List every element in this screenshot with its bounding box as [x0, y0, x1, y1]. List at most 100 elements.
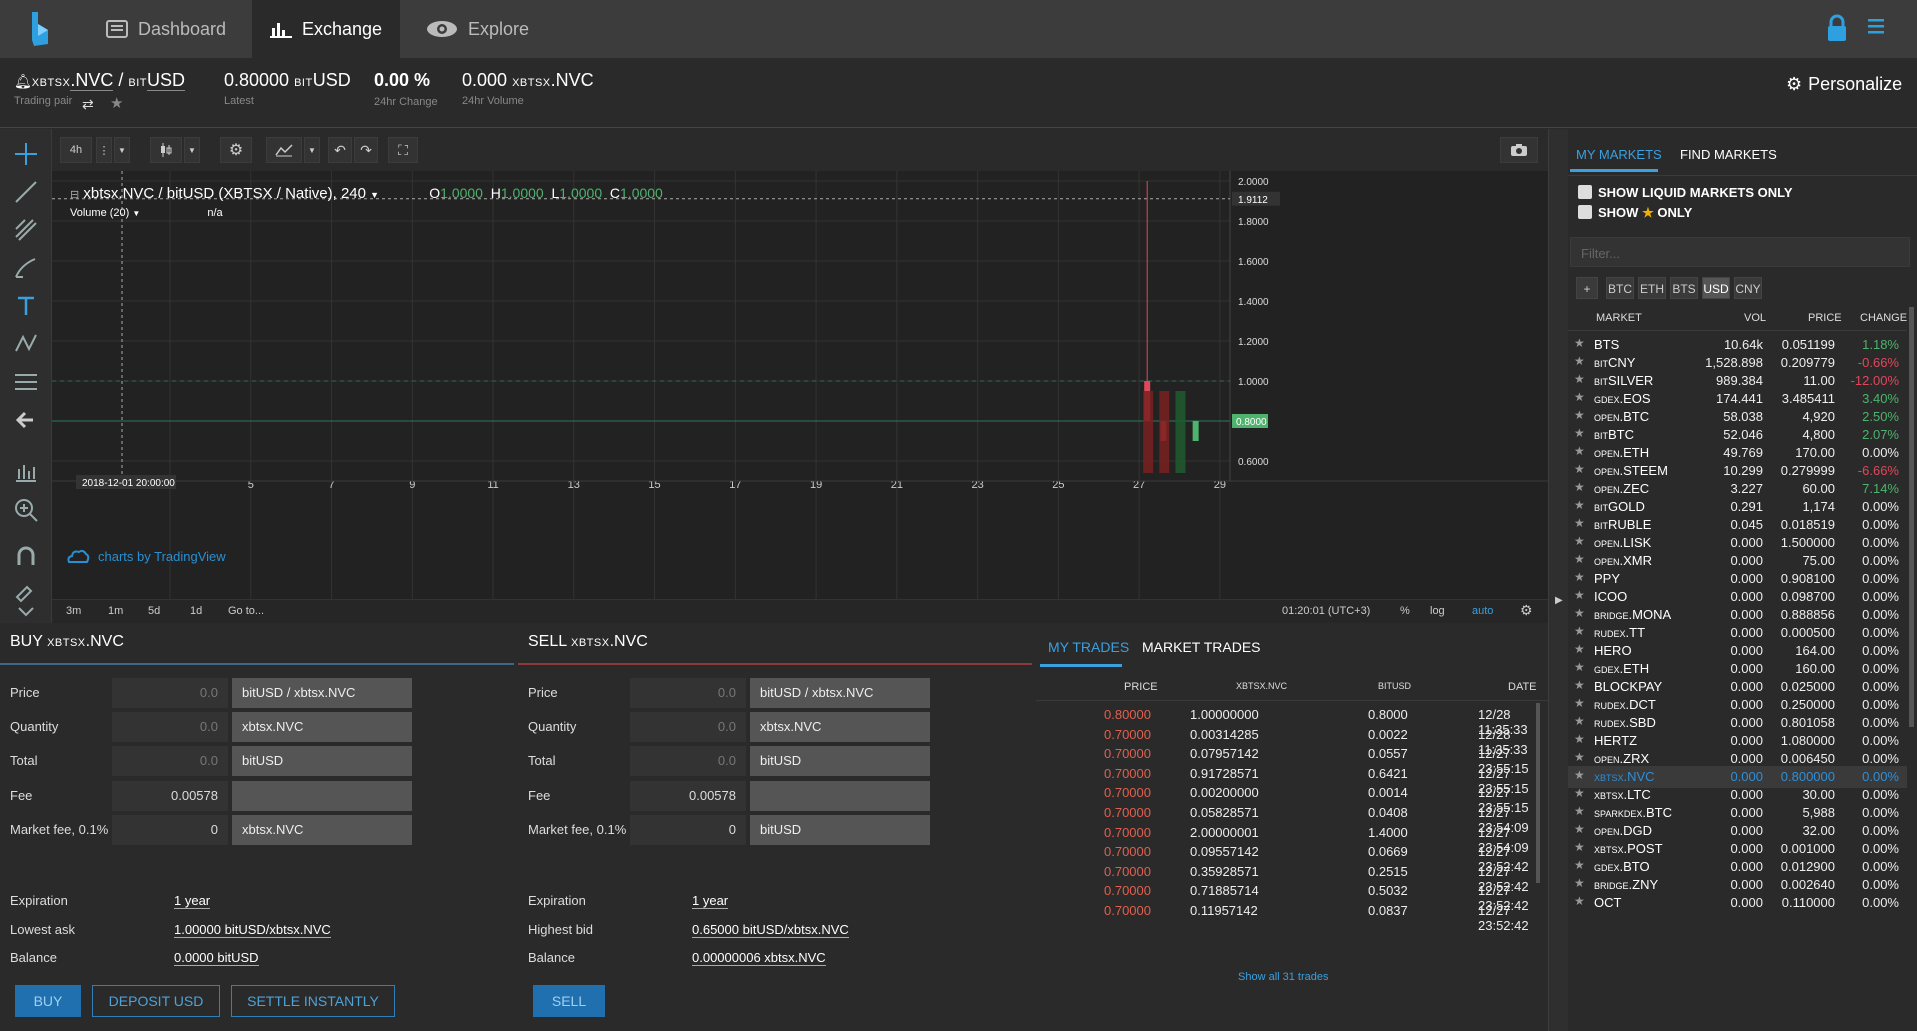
star-icon[interactable]: ★ — [1574, 894, 1585, 908]
star-icon[interactable]: ★ — [1574, 822, 1585, 836]
lock-icon[interactable] — [1826, 14, 1848, 42]
star-icon[interactable]: ★ — [1574, 426, 1585, 440]
interval-button[interactable]: 4h — [60, 137, 92, 163]
personalize-button[interactable]: ⚙ Personalize — [1786, 74, 1902, 95]
tab-my-trades[interactable]: MY TRADES — [1048, 639, 1129, 655]
back-arrow-icon[interactable] — [13, 407, 39, 433]
currency-filter-usd[interactable]: USD — [1702, 277, 1730, 299]
trading-pair[interactable]: 🔔︎xbtsx.NVC / bitUSD — [14, 70, 186, 91]
star-icon[interactable]: ★ — [1574, 858, 1585, 872]
bell-icon[interactable]: 🔔︎ — [14, 73, 32, 89]
star-icon[interactable]: ★ — [1574, 498, 1585, 512]
star-icon[interactable]: ★ — [1574, 534, 1585, 548]
star-icon[interactable]: ★ — [110, 94, 123, 112]
star-icon[interactable]: ★ — [1574, 606, 1585, 620]
star-icon[interactable]: ★ — [1574, 786, 1585, 800]
log-toggle[interactable]: log — [1430, 605, 1445, 617]
interval-more-icon[interactable]: ⋮ — [96, 137, 112, 163]
candles-icon[interactable] — [150, 137, 182, 163]
undo-icon[interactable]: ↶ — [328, 137, 352, 163]
star-icon[interactable]: ★ — [1574, 444, 1585, 458]
star-icon[interactable]: ★ — [1574, 714, 1585, 728]
swap-icon[interactable]: ⇄ — [82, 96, 94, 113]
star-icon[interactable]: ★ — [1574, 336, 1585, 350]
chart-settings-icon[interactable]: ⚙ — [220, 137, 252, 163]
buy-expiration-select[interactable]: 1 year — [174, 893, 211, 909]
tab-my-markets[interactable]: MY MARKETS — [1576, 147, 1662, 162]
collapse-icon[interactable]: ⊟ — [70, 189, 79, 201]
liquid-checkbox[interactable] — [1578, 185, 1592, 199]
zoom-in-icon[interactable] — [13, 497, 39, 523]
star-icon[interactable]: ★ — [1574, 642, 1585, 656]
camera-icon[interactable] — [1500, 137, 1538, 163]
highest-bid-value[interactable]: 0.65000 bitUSD/xbtsx.NVC — [692, 922, 849, 938]
indicators-icon[interactable] — [266, 137, 302, 163]
star-icon[interactable]: ★ — [1574, 678, 1585, 692]
star-icon[interactable]: ★ — [1574, 408, 1585, 422]
magnet-icon[interactable] — [13, 543, 39, 569]
hamburger-menu-icon[interactable] — [1868, 18, 1884, 34]
range-5d[interactable]: 5d — [148, 605, 160, 617]
star-icon[interactable]: ★ — [1574, 732, 1585, 746]
currency-filter-eth[interactable]: ETH — [1638, 277, 1666, 299]
star-icon[interactable]: ★ — [1574, 552, 1585, 566]
star-icon[interactable]: ★ — [1574, 570, 1585, 584]
legend-dropdown-icon[interactable]: ▼ — [370, 190, 379, 200]
fullscreen-icon[interactable]: ⛶ — [388, 137, 418, 163]
settle-instantly-button[interactable]: SETTLE INSTANTLY — [231, 985, 395, 1017]
buy-row-input[interactable]: 0.0 — [112, 746, 228, 776]
star-icon[interactable]: ★ — [1574, 480, 1585, 494]
star-icon[interactable]: ★ — [1574, 624, 1585, 638]
range-1d[interactable]: 1d — [190, 605, 202, 617]
auto-toggle[interactable]: auto — [1472, 605, 1493, 617]
markets-scrollbar[interactable] — [1909, 307, 1914, 727]
sell-row-input[interactable]: 0.0 — [630, 712, 746, 742]
currency-filter-cny[interactable]: CNY — [1734, 277, 1762, 299]
tab-explore[interactable]: Explore — [426, 0, 566, 58]
crosshair-icon[interactable] — [13, 141, 39, 167]
star-icon[interactable]: ★ — [1574, 354, 1585, 368]
star-icon[interactable]: ★ — [1574, 804, 1585, 818]
star-icon[interactable]: ★ — [1574, 696, 1585, 710]
trades-scrollbar[interactable] — [1536, 703, 1540, 883]
interval-dropdown-icon[interactable]: ▼ — [114, 137, 130, 163]
fib-tool-icon[interactable] — [13, 217, 39, 243]
lowest-ask-value[interactable]: 1.00000 bitUSD/xbtsx.NVC — [174, 922, 331, 938]
trend-line-icon[interactable] — [13, 179, 39, 205]
long-position-icon[interactable] — [13, 459, 39, 485]
buy-button[interactable]: BUY — [15, 985, 81, 1017]
chevron-down-icon[interactable] — [13, 603, 39, 621]
star-icon[interactable]: ★ — [1574, 840, 1585, 854]
indicators-dropdown-icon[interactable]: ▼ — [304, 137, 320, 163]
currency-filter-add[interactable]: + — [1576, 277, 1598, 299]
sell-balance-value[interactable]: 0.00000006 xbtsx.NVC — [692, 950, 826, 966]
bitshares-logo-icon[interactable] — [28, 10, 54, 48]
buy-row-input[interactable]: 0.0 — [112, 712, 228, 742]
go-to-button[interactable]: Go to... — [228, 605, 264, 617]
star-icon[interactable]: ★ — [1574, 516, 1585, 530]
deposit-usd-button[interactable]: DEPOSIT USD — [92, 985, 220, 1017]
range-3m[interactable]: 3m — [66, 605, 81, 617]
sell-button[interactable]: SELL — [533, 985, 605, 1017]
tab-exchange[interactable]: Exchange — [252, 0, 400, 58]
range-1m[interactable]: 1m — [108, 605, 123, 617]
star-icon[interactable]: ★ — [1574, 372, 1585, 386]
buy-balance-value[interactable]: 0.0000 bitUSD — [174, 950, 259, 966]
redo-icon[interactable]: ↷ — [354, 137, 378, 163]
sell-expiration-select[interactable]: 1 year — [692, 893, 729, 909]
star-icon[interactable]: ★ — [1574, 588, 1585, 602]
star-icon[interactable]: ★ — [1574, 390, 1585, 404]
sell-row-input[interactable]: 0.0 — [630, 678, 746, 708]
star-icon[interactable]: ★ — [1574, 876, 1585, 890]
sell-row-input[interactable]: 0.0 — [630, 746, 746, 776]
currency-filter-btc[interactable]: BTC — [1606, 277, 1634, 299]
market-row[interactable]: ★ OCT 0.000 0.110000 0.00% — [1568, 892, 1907, 914]
buy-row-input[interactable]: 0.0 — [112, 678, 228, 708]
text-tool-icon[interactable] — [13, 293, 39, 319]
tab-find-markets[interactable]: FIND MARKETS — [1680, 147, 1777, 162]
measure-icon[interactable] — [13, 369, 39, 395]
brush-icon[interactable] — [13, 255, 39, 281]
currency-filter-bts[interactable]: BTS — [1670, 277, 1698, 299]
percent-toggle[interactable]: % — [1400, 605, 1410, 617]
scale-settings-icon[interactable]: ⚙ — [1520, 602, 1533, 619]
